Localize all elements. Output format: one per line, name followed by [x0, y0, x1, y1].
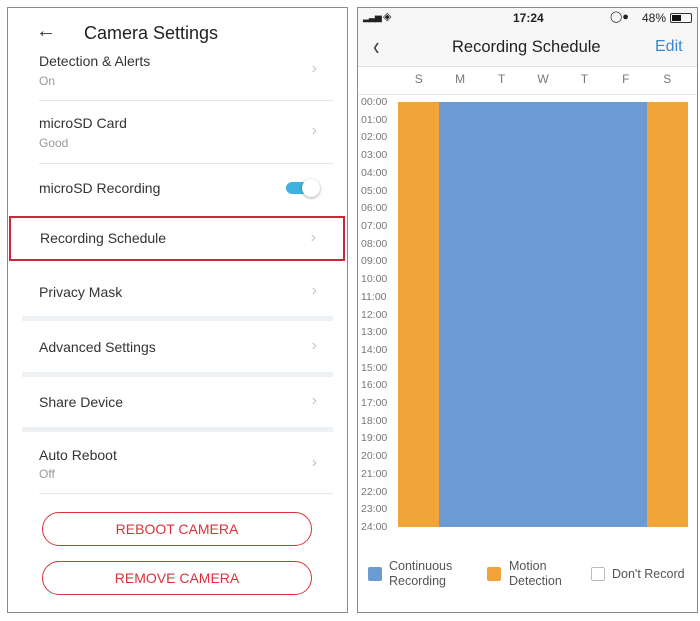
hour-label: 21:00: [361, 467, 388, 480]
schedule-column-motion[interactable]: [398, 102, 440, 527]
chevron-right-icon: ›: [310, 229, 316, 246]
hour-label: 11:00: [361, 290, 387, 303]
day-label: M: [455, 72, 466, 86]
hour-label: 08:00: [361, 237, 388, 250]
hour-label: 14:00: [361, 343, 388, 356]
nav-bar: ‹ Recording Schedule Edit: [358, 29, 697, 67]
dont-record-swatch: [591, 567, 605, 581]
hour-label: 04:00: [361, 166, 388, 179]
schedule-grid[interactable]: [398, 102, 689, 527]
hour-label: 17:00: [361, 397, 388, 410]
divider: [39, 163, 333, 164]
continuous-swatch: [368, 567, 382, 581]
hour-label: 19:00: [361, 432, 388, 445]
hour-label: 13:00: [361, 326, 388, 339]
settings-item-recording-schedule[interactable]: Recording Schedule ›: [9, 216, 345, 261]
section-separator: [22, 372, 333, 377]
battery-icon: [670, 13, 692, 23]
schedule-column-continuous[interactable]: [563, 102, 606, 527]
hour-label: 05:00: [361, 184, 388, 197]
schedule-column-continuous[interactable]: [439, 102, 482, 527]
page-title: Camera Settings: [84, 23, 219, 43]
wifi-icon: ◈: [383, 11, 392, 23]
chevron-right-icon: ›: [311, 60, 317, 77]
chevron-right-icon: ›: [311, 454, 317, 471]
divider: [39, 100, 333, 101]
motion-swatch: [487, 567, 501, 581]
chevron-right-icon: ›: [311, 392, 317, 409]
day-label: F: [622, 72, 630, 86]
hour-label: 10:00: [361, 273, 388, 286]
schedule-column-motion[interactable]: [646, 102, 689, 527]
hour-label: 16:00: [361, 379, 388, 392]
recording-schedule-screen: ▂▃▅ ◈ 17:24 ◯● 48% ‹ Recording Schedule …: [357, 7, 698, 613]
back-arrow-icon[interactable]: ←: [36, 20, 56, 43]
chevron-right-icon: ›: [311, 122, 317, 139]
schedule-column-continuous[interactable]: [605, 102, 648, 527]
hour-label: 23:00: [361, 503, 388, 516]
hour-label: 06:00: [361, 202, 388, 215]
day-label: W: [537, 72, 549, 86]
microsd-recording-toggle[interactable]: [286, 179, 322, 197]
status-bar: ▂▃▅ ◈ 17:24 ◯● 48%: [358, 8, 697, 29]
day-label: T: [580, 72, 589, 86]
hour-label: 09:00: [361, 255, 388, 268]
back-chevron-icon[interactable]: ‹: [373, 31, 379, 62]
hour-label: 20:00: [361, 450, 388, 463]
hour-label: 07:00: [361, 219, 388, 232]
chevron-right-icon: ›: [311, 282, 317, 299]
status-time: 17:24: [513, 11, 544, 25]
section-separator: [22, 427, 333, 432]
hour-label: 03:00: [361, 149, 388, 162]
alarm-icon: ◯●: [610, 11, 629, 23]
chevron-right-icon: ›: [311, 337, 317, 354]
camera-settings-screen: ← Camera Settings Detection & Alerts On …: [7, 7, 348, 613]
hour-label: 22:00: [361, 485, 388, 498]
page-title: Recording Schedule: [452, 38, 601, 56]
signal-icon: ▂▃▅: [363, 12, 382, 22]
hour-label: 02:00: [361, 131, 388, 144]
schedule-column-continuous[interactable]: [522, 102, 565, 527]
battery-percent: 48%: [642, 11, 667, 25]
hour-label: 12:00: [361, 308, 388, 321]
remove-camera-button[interactable]: REMOVE CAMERA: [42, 561, 312, 595]
hour-label: 24:00: [361, 521, 388, 533]
divider: [39, 493, 333, 494]
hour-label: 15:00: [361, 361, 388, 374]
day-label: S: [414, 72, 423, 86]
section-separator: [22, 316, 333, 321]
reboot-camera-button[interactable]: REBOOT CAMERA: [42, 512, 312, 546]
day-label: S: [663, 72, 672, 86]
edit-button[interactable]: Edit: [655, 38, 683, 56]
hour-label: 00:00: [361, 96, 388, 108]
hour-label: 01:00: [361, 113, 388, 126]
day-label: T: [497, 72, 506, 86]
hour-label: 18:00: [361, 414, 388, 427]
schedule-column-continuous[interactable]: [480, 102, 523, 527]
